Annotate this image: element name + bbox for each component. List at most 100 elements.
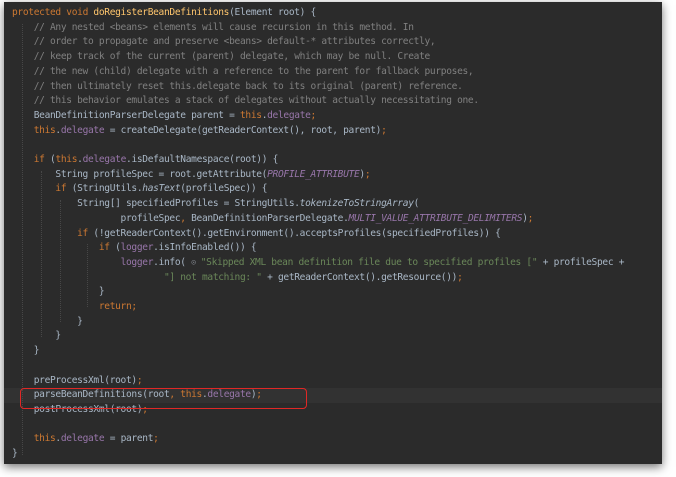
code-line-text: // this behavior emulates a stack of del… [4, 95, 479, 106]
code-token: BeanDefinitionParserDelegate. [191, 212, 349, 224]
code-line[interactable]: String[] specifiedProfiles = StringUtils… [4, 197, 662, 212]
code-line-text: this.delegate = createDelegate(getReader… [4, 125, 387, 136]
code-token: // the new (child) delegate with a refer… [12, 65, 474, 77]
code-token: (profileSpec)) { [180, 183, 268, 195]
code-token: PROFILE_ATTRIBUTE [267, 168, 360, 180]
code-token: // keep track of the current (parent) de… [12, 51, 431, 63]
code-line-text: String profileSpec = root.getAttribute(P… [4, 169, 370, 180]
code-line[interactable]: postProcessXml(root); [4, 403, 662, 418]
code-line-text: // the new (child) delegate with a refer… [4, 65, 474, 77]
code-line-text: // keep track of the current (parent) de… [4, 51, 431, 63]
code-line[interactable]: } [4, 447, 662, 462]
code-line[interactable]: if (!getReaderContext().getEnvironment()… [4, 227, 662, 242]
code-token: void [66, 7, 94, 18]
code-token: ; [364, 168, 371, 180]
code-token: = createDelegate(getReaderContext(), roo… [104, 124, 382, 136]
code-line[interactable]: if (StringUtils.hasText(profileSpec)) { [4, 182, 662, 197]
code-token: this [239, 109, 262, 121]
code-token: parseBeanDefinitions(root [12, 389, 170, 401]
code-line[interactable]: } [4, 329, 662, 344]
code-line[interactable]: // then ultimately reset this.delegate b… [4, 80, 662, 95]
code-token: delegate [60, 124, 105, 136]
code-line[interactable]: BeanDefinitionParserDelegate parent = th… [4, 109, 662, 124]
code-line[interactable]: // order to propagate and preserve <bean… [4, 35, 662, 50]
code-line-text: // order to propagate and preserve <bean… [4, 36, 436, 48]
code-line[interactable]: logger.info( ⊙ "Skipped XML bean definit… [4, 256, 662, 271]
code-line-text: } [4, 330, 61, 341]
code-token: this [12, 124, 56, 136]
code-token: delegate [82, 154, 127, 165]
indent-guide [87, 244, 88, 307]
code-line-text: postProcessXml(root); [4, 404, 148, 415]
code-line-text: profileSpec, BeanDefinitionParserDelegat… [4, 212, 534, 224]
code-line[interactable] [4, 418, 662, 433]
code-token: // order to propagate and preserve <bean… [12, 36, 436, 48]
parameter-hint-icon: ⊙ [191, 257, 201, 268]
code-token: } [12, 345, 40, 357]
code-line[interactable]: if (this.delegate.isDefaultNamespace(roo… [4, 153, 662, 168]
code-token: ; [256, 389, 262, 401]
code-line[interactable]: this.delegate = parent; [4, 432, 662, 447]
code-token: "] not matching: " [12, 271, 262, 283]
code-line[interactable]: preProcessXml(root); [4, 374, 662, 389]
code-line-text: "] not matching: " + getReaderContext().… [4, 272, 463, 283]
code-line[interactable]: protected void doRegisterBeanDefinitions… [4, 6, 662, 21]
code-token: } [12, 448, 18, 459]
code-line[interactable]: parseBeanDefinitions(root, this.delegate… [4, 388, 662, 403]
code-line[interactable] [4, 138, 662, 153]
code-token: .isDefaultNamespace(root)) { [126, 154, 278, 165]
code-token: if [12, 154, 50, 165]
code-token: ; [457, 271, 463, 283]
code-line[interactable]: "] not matching: " + getReaderContext().… [4, 271, 662, 286]
code-token: ; [136, 374, 143, 386]
indent-guide [60, 200, 61, 322]
code-token: , this [169, 389, 202, 401]
code-token: "Skipped XML bean definition file due to… [200, 256, 538, 268]
code-token: (Element root) { [229, 7, 316, 18]
code-token: String profileSpec = root.getAttribute( [12, 168, 268, 180]
code-line[interactable]: this.delegate = createDelegate(getReader… [4, 124, 662, 139]
code-line[interactable]: profileSpec, BeanDefinitionParserDelegat… [4, 212, 662, 227]
code-token: // then ultimately reset this.delegate b… [12, 80, 463, 92]
code-line-text: this.delegate = parent; [4, 433, 159, 444]
code-line-text: String[] specifiedProfiles = StringUtils… [4, 198, 419, 209]
code-token: } [12, 286, 105, 298]
code-line-text: parseBeanDefinitions(root, this.delegate… [4, 389, 262, 400]
code-token: if [12, 227, 94, 239]
code-token: profileSpec [12, 212, 181, 224]
code-line-text: protected void doRegisterBeanDefinitions… [4, 7, 316, 18]
code-token: delegate [60, 433, 105, 445]
code-line[interactable]: } [4, 344, 662, 359]
code-token: .info( [153, 256, 192, 268]
code-line-text: } [4, 316, 83, 327]
code-token: ; [527, 212, 534, 224]
code-line[interactable]: } [4, 285, 662, 300]
code-line-text: } [4, 448, 18, 459]
code-line[interactable] [4, 359, 662, 374]
code-token: BeanDefinitionParserDelegate parent = [12, 109, 240, 121]
code-token: logger [120, 242, 154, 254]
code-line[interactable]: } [4, 315, 662, 330]
code-token: this [12, 433, 56, 445]
code-line[interactable]: if (logger.isInfoEnabled()) { [4, 241, 662, 256]
code-line-text: if (this.delegate.isDefaultNamespace(roo… [4, 154, 279, 165]
code-token: } [12, 330, 61, 342]
code-token: (!getReaderContext().getEnvironment().ac… [93, 227, 501, 239]
code-token: ; [153, 433, 159, 445]
code-token: ; [381, 124, 387, 136]
code-line[interactable]: // Any nested <beans> elements will caus… [4, 21, 662, 36]
code-token: + getReaderContext().getResource()) [261, 271, 458, 283]
indent-guide [41, 171, 42, 337]
code-line[interactable]: return; [4, 300, 662, 315]
code-line[interactable]: // the new (child) delegate with a refer… [4, 65, 662, 80]
code-line[interactable]: // keep track of the current (parent) de… [4, 50, 662, 65]
code-line-text: // then ultimately reset this.delegate b… [4, 81, 463, 92]
code-line[interactable]: // this behavior emulates a stack of del… [4, 94, 662, 109]
code-token: logger [120, 256, 154, 268]
code-line-text: preProcessXml(root); [4, 374, 143, 386]
code-token: String[] specifiedProfiles = StringUtils… [12, 198, 300, 210]
code-line[interactable]: String profileSpec = root.getAttribute(P… [4, 168, 662, 183]
